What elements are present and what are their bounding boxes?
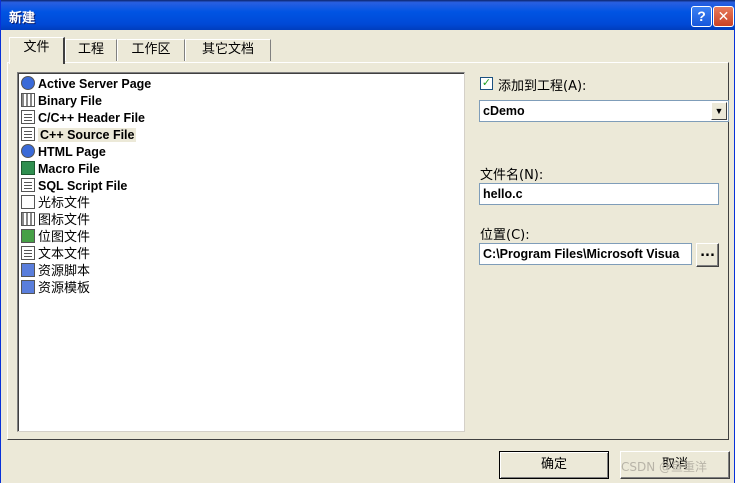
title-bar[interactable]: 新建 ? ✕ [1,0,735,30]
list-item[interactable]: 光标文件 [21,195,90,212]
project-dropdown[interactable]: cDemo ▼ [479,100,729,122]
list-item[interactable]: Binary File [21,93,102,110]
new-file-dialog: 新建 ? ✕ 文件 工程 工作区 其它文档 Active Server Page… [0,0,735,483]
tab-workspaces[interactable]: 工作区 [117,39,185,61]
file-name-label: 文件名(N): [480,168,544,183]
asp-file-icon [21,76,35,90]
tab-projects[interactable]: 工程 [65,39,117,61]
resource-script-icon [21,263,35,277]
tab-other-documents[interactable]: 其它文档 [185,39,271,61]
cursor-file-icon [21,195,35,209]
cpp-file-icon [21,127,35,141]
macro-file-icon [21,161,35,175]
html-file-icon [21,144,35,158]
sql-file-icon [21,178,35,192]
browse-button[interactable]: ... [696,243,719,267]
icon-file-icon [21,212,35,226]
list-item[interactable]: Active Server Page [21,76,151,93]
binary-file-icon [21,93,35,107]
window-title: 新建 [9,11,36,26]
list-item[interactable]: 资源模板 [21,280,90,297]
list-item[interactable]: 图标文件 [21,212,90,229]
header-file-icon [21,110,35,124]
project-dropdown-value: cDemo [483,104,525,118]
list-item[interactable]: C/C++ Header File [21,110,145,127]
list-item[interactable]: 资源脚本 [21,263,90,280]
file-name-field[interactable]: hello.c [479,183,719,205]
list-item[interactable]: C++ Source File [21,127,137,144]
watermark: CSDN @鱼重洋 [621,460,708,474]
resource-template-icon [21,280,35,294]
list-item[interactable]: Macro File [21,161,100,178]
bitmap-file-icon [21,229,35,243]
list-item[interactable]: 位图文件 [21,229,90,246]
tab-files[interactable]: 文件 [9,37,65,64]
chevron-down-icon[interactable]: ▼ [711,102,727,120]
location-label: 位置(C): [480,228,530,243]
text-file-icon [21,246,35,260]
help-button[interactable]: ? [691,6,712,27]
add-to-project-checkbox[interactable]: ✓ [480,77,493,90]
list-item[interactable]: 文本文件 [21,246,90,263]
close-button[interactable]: ✕ [713,6,734,27]
ok-button[interactable]: 确定 [499,451,609,479]
list-item[interactable]: SQL Script File [21,178,127,195]
add-to-project-label: 添加到工程(A): [498,79,587,94]
file-type-list[interactable]: Active Server Page Binary File C/C++ Hea… [17,72,465,432]
list-item[interactable]: HTML Page [21,144,106,161]
location-field[interactable]: C:\Program Files\Microsoft Visua [479,243,692,265]
